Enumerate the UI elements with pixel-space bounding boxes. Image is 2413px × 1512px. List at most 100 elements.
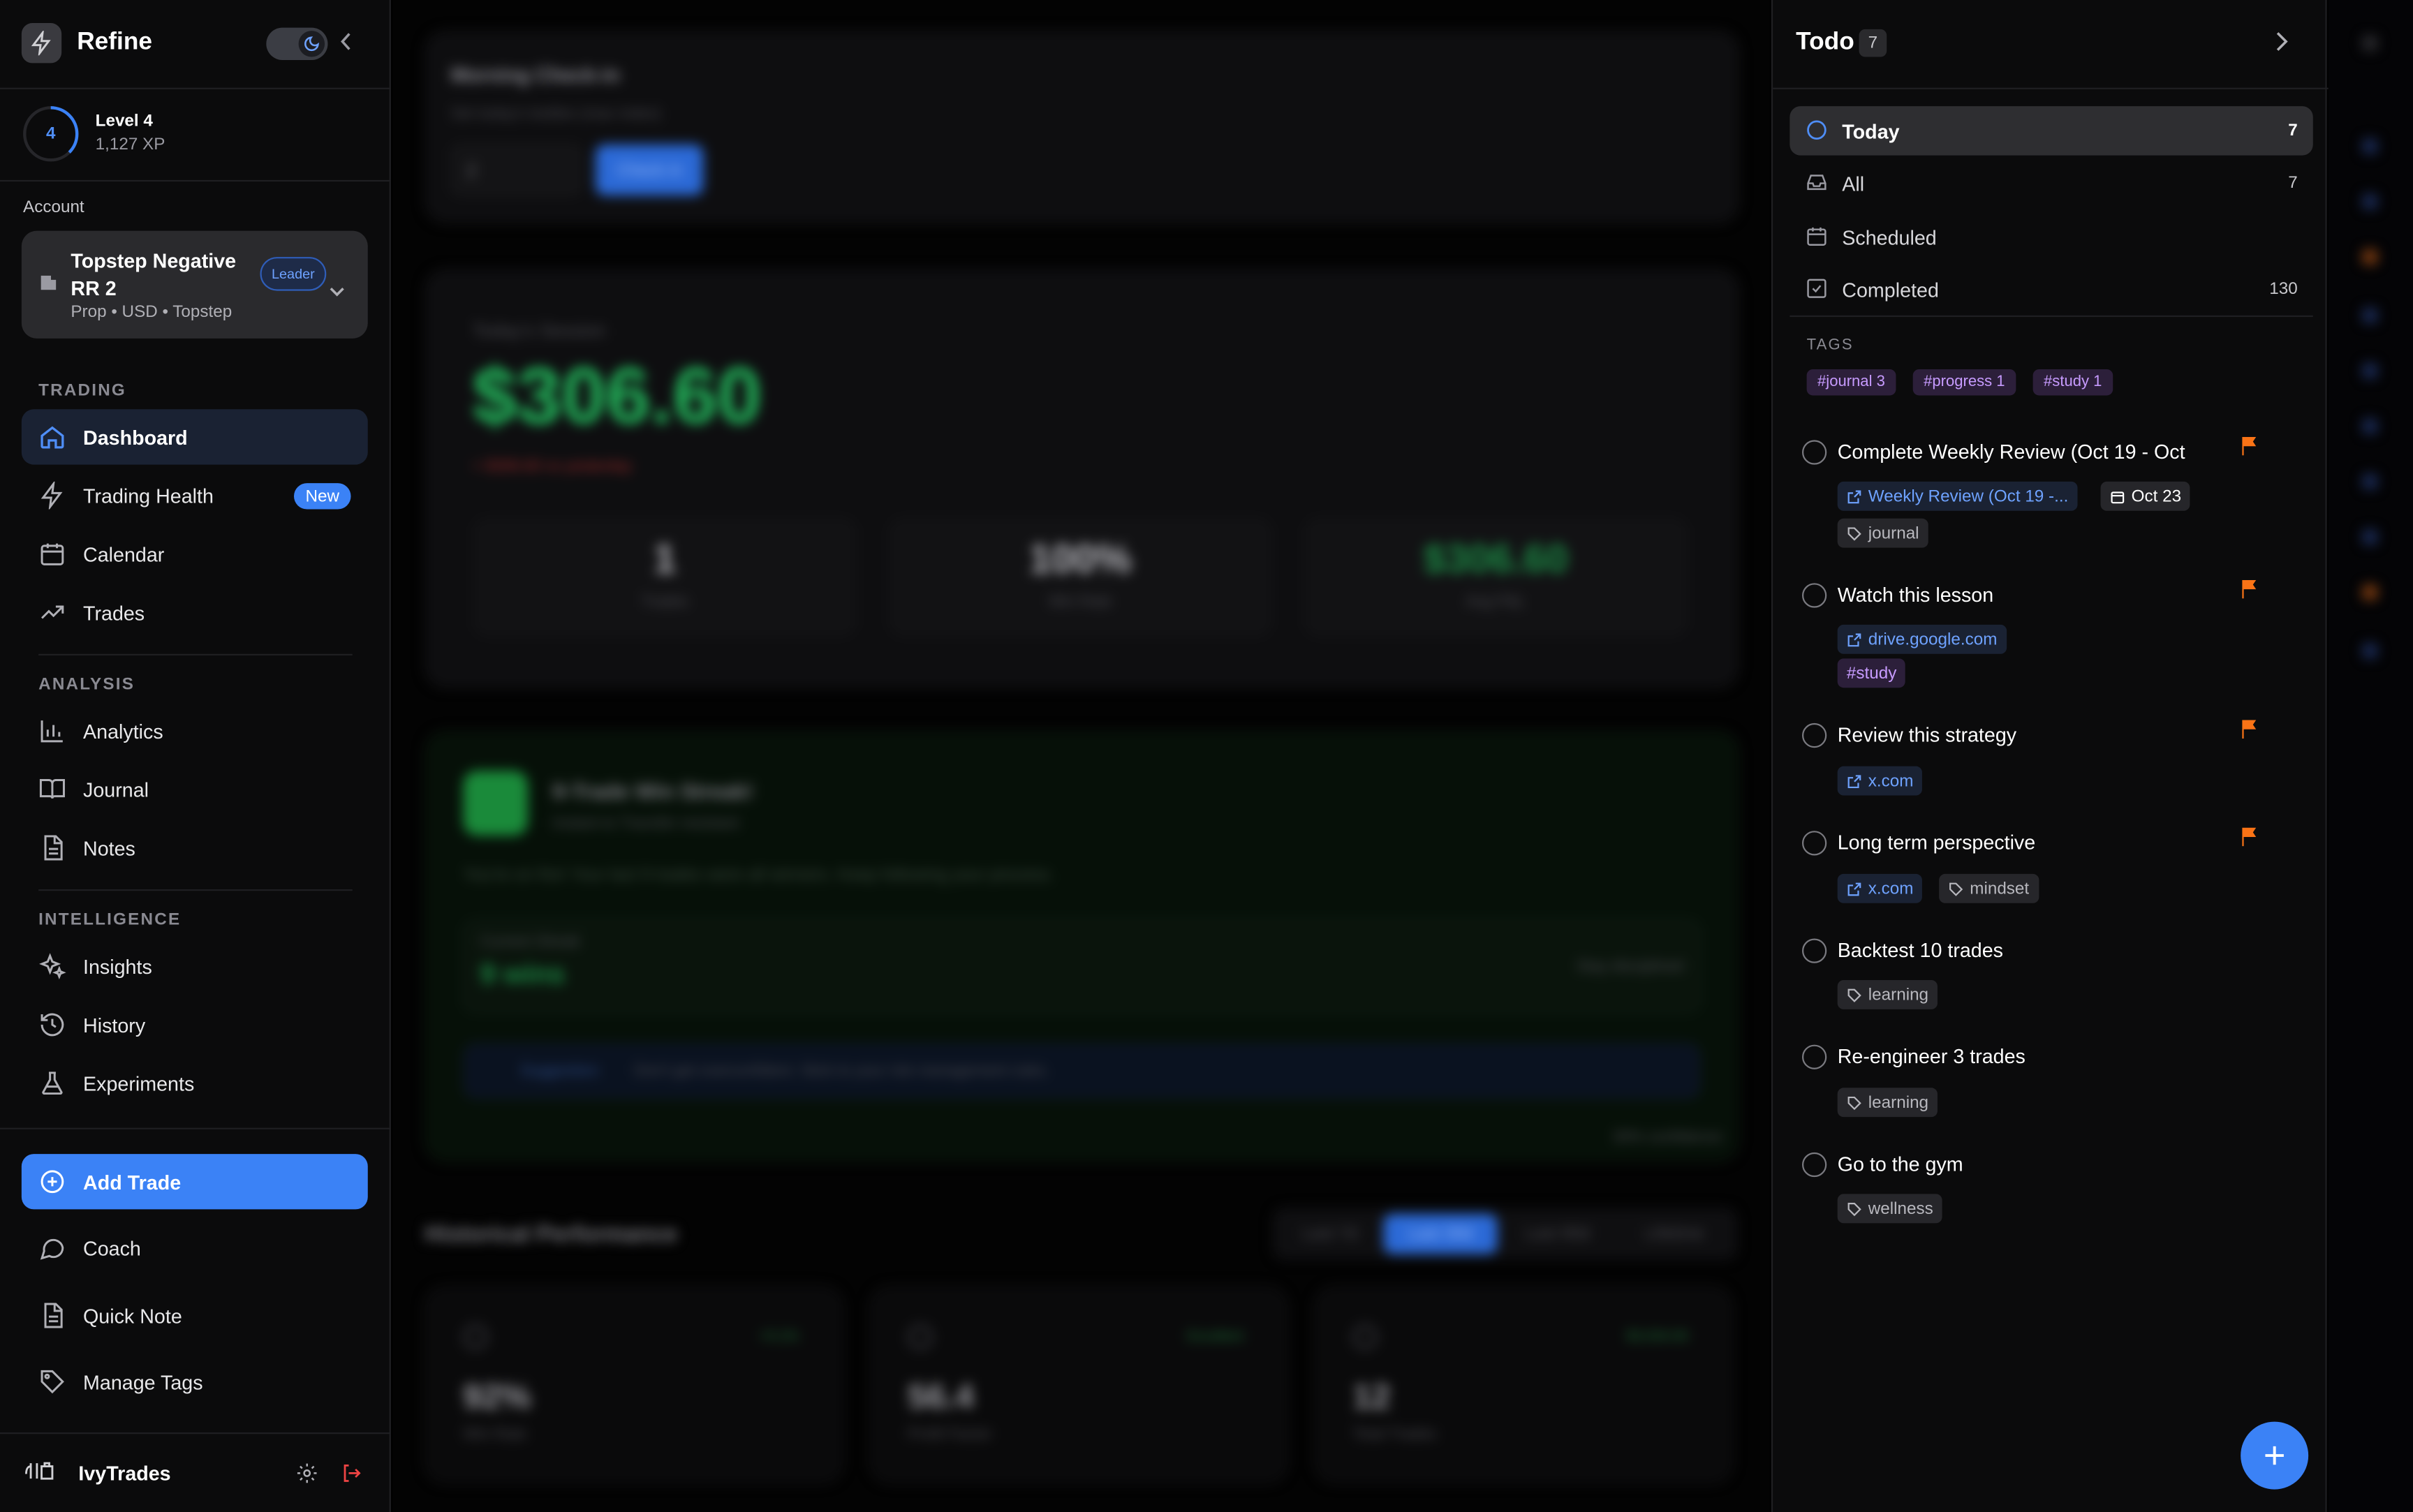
external-link-icon <box>1847 774 1861 787</box>
nav-experiments[interactable]: Experiments <box>22 1055 368 1111</box>
user-avatar-icon[interactable] <box>23 1458 57 1483</box>
task-link-chip[interactable]: x.com <box>1837 766 1923 796</box>
task-title[interactable]: Backtest 10 trades <box>1838 939 2003 962</box>
add-todo-button[interactable] <box>2241 1421 2309 1490</box>
task-date-chip[interactable]: Oct 23 <box>2100 481 2191 511</box>
brand[interactable]: Refine <box>21 23 152 64</box>
flag-icon[interactable] <box>2241 579 2259 607</box>
gear-icon[interactable] <box>295 1462 318 1492</box>
task-title[interactable]: Complete Weekly Review (Oct 19 - Oct <box>1838 440 2185 463</box>
stat-win-rate: 100% Win Rate <box>887 517 1273 637</box>
checkbox-icon <box>1805 277 1828 308</box>
nav-label: Calendar <box>83 542 165 566</box>
task-title[interactable]: Long term perspective <box>1838 831 2036 854</box>
nav-trades[interactable]: Trades <box>22 585 368 640</box>
rail-icon[interactable] <box>2362 529 2378 545</box>
rail-icon[interactable] <box>2362 418 2378 434</box>
nav-trading-health[interactable]: Trading Health New <box>22 468 368 523</box>
task-title[interactable]: Watch this lesson <box>1838 583 1994 606</box>
task-link-chip[interactable]: x.com <box>1837 873 1923 903</box>
current-streak-box: Current Streak 9 wins Stay disciplined <box>463 920 1701 1013</box>
divider <box>38 653 353 655</box>
win-streak-card: 9-Trade Win Streak! Instant to Transfer … <box>425 730 1739 1162</box>
nav-dashboard[interactable]: Dashboard <box>21 409 368 465</box>
tab-last-90d[interactable]: Last 90d <box>1500 1214 1614 1254</box>
task-checkbox[interactable] <box>1802 1152 1827 1178</box>
tab-lifetime[interactable]: Lifetime <box>1618 1214 1732 1254</box>
nav-calendar[interactable]: Calendar <box>22 526 368 581</box>
task-title[interactable]: Re-engineer 3 trades <box>1838 1045 2025 1068</box>
task-tag-chip[interactable]: learning <box>1837 1088 1938 1118</box>
tag-filter-study[interactable]: #study 1 <box>2032 369 2113 396</box>
rail-icon[interactable] <box>2362 473 2378 489</box>
sparkles-icon <box>38 952 66 980</box>
task-tag-chip[interactable]: journal <box>1837 518 1928 548</box>
rail-icon[interactable] <box>2362 138 2378 154</box>
flag-icon[interactable] <box>2241 436 2259 464</box>
chevron-down-icon[interactable] <box>330 277 345 305</box>
filter-completed[interactable]: Completed 130 <box>1790 265 2312 314</box>
task-tag-chip[interactable]: learning <box>1837 980 1938 1009</box>
task-tag-chip[interactable]: mindset <box>1939 873 2039 903</box>
manage-tags-button[interactable]: Manage Tags <box>22 1354 368 1409</box>
tag-filter-progress[interactable]: #progress 1 <box>1912 369 2016 396</box>
chevron-right-icon[interactable] <box>2275 31 2290 60</box>
add-trade-button[interactable]: Add Trade <box>21 1154 368 1210</box>
logout-icon[interactable] <box>340 1462 363 1492</box>
task-title[interactable]: Review this strategy <box>1838 723 2016 746</box>
rail-icon[interactable] <box>2362 584 2378 600</box>
task-checkbox[interactable] <box>1802 722 1827 748</box>
theme-toggle[interactable] <box>266 27 328 60</box>
nav-journal[interactable]: Journal <box>22 762 368 817</box>
task-title[interactable]: Go to the gym <box>1838 1152 1963 1176</box>
task-checkbox[interactable] <box>1802 831 1827 856</box>
coach-button[interactable]: Coach <box>22 1220 368 1275</box>
rail-icon[interactable] <box>2362 193 2378 209</box>
perf-total-trades: $3,034.00 12 Total Trades <box>1314 1286 1733 1483</box>
task-link-chip[interactable]: Weekly Review (Oct 19 -... <box>1837 481 2078 511</box>
filter-label: Scheduled <box>1842 225 1937 249</box>
filter-label: Completed <box>1842 277 1939 301</box>
trophy-icon <box>1352 1324 1378 1349</box>
rail-icon[interactable] <box>2362 249 2378 265</box>
add-trade-label: Add Trade <box>83 1170 182 1194</box>
nav-insights[interactable]: Insights <box>22 939 368 994</box>
task-checkbox[interactable] <box>1802 583 1827 608</box>
task-tag-chip[interactable]: #study <box>1837 658 1906 688</box>
building-icon <box>38 272 59 300</box>
filter-scheduled[interactable]: Scheduled <box>1790 212 2312 262</box>
brand-name: Refine <box>77 29 152 56</box>
todo-count-badge: 7 <box>1859 29 1887 57</box>
task-checkbox[interactable] <box>1802 440 1827 465</box>
rail-icon[interactable] <box>2362 35 2378 51</box>
rail-icon[interactable] <box>2362 643 2378 659</box>
quick-note-button[interactable]: Quick Note <box>22 1288 368 1343</box>
rail-icon[interactable] <box>2362 307 2378 323</box>
task-checkbox[interactable] <box>1802 938 1827 963</box>
stat-label: Win Rate <box>1048 593 1112 612</box>
task-tag-chip[interactable]: wellness <box>1837 1194 1942 1224</box>
nav-history[interactable]: History <box>22 997 368 1052</box>
checkin-title: Morning Check-in <box>450 63 620 87</box>
nav-label: Journal <box>83 778 149 801</box>
collapse-sidebar-chevron-icon[interactable] <box>335 29 357 54</box>
checkin-subtitle: Set today's bottles (max index) <box>450 106 661 124</box>
nav-notes[interactable]: Notes <box>22 820 368 875</box>
link-text: Weekly Review (Oct 19 -... <box>1868 487 2069 506</box>
tag-filter-journal[interactable]: #journal 3 <box>1806 369 1896 396</box>
streak-title: 9-Trade Win Streak! <box>552 778 754 803</box>
tab-last-30d[interactable]: Last 30d <box>1383 1214 1498 1254</box>
task-link-chip[interactable]: drive.google.com <box>1837 624 2007 654</box>
checkin-input[interactable]: 2 <box>450 144 582 195</box>
flag-icon[interactable] <box>2241 827 2259 854</box>
filter-today[interactable]: Today 7 <box>1790 106 2313 156</box>
tab-last-7d[interactable]: Last 7d <box>1279 1214 1380 1254</box>
flag-icon[interactable] <box>2241 718 2259 746</box>
rail-icon[interactable] <box>2362 363 2378 379</box>
nav-analytics[interactable]: Analytics <box>22 703 368 758</box>
checkin-button[interactable]: Check in <box>595 144 704 195</box>
filter-all[interactable]: All 7 <box>1790 158 2312 208</box>
streak-body: You're on fire! Your last 9 trades were … <box>463 866 1054 885</box>
perf-profit-factor: Excellent 56.4 Profit Factor <box>869 1286 1288 1483</box>
task-checkbox[interactable] <box>1802 1044 1827 1069</box>
